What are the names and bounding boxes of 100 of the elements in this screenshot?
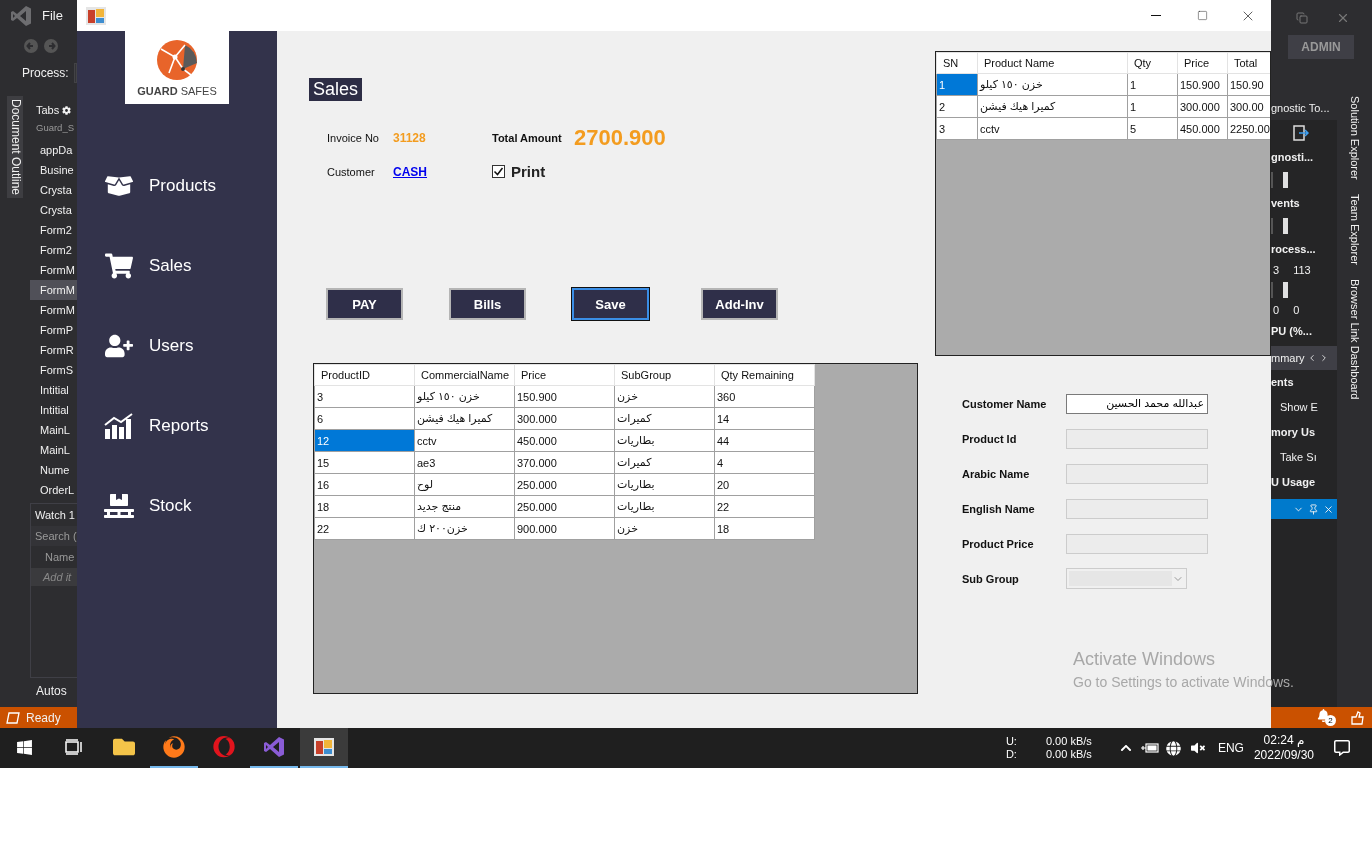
column-header[interactable]: ProductID	[314, 364, 415, 386]
nav-item[interactable]: Stock	[77, 466, 277, 546]
cart-icon	[105, 252, 133, 280]
tree-item[interactable]: FormM	[30, 280, 77, 300]
tree-item[interactable]: Nume	[30, 460, 77, 480]
column-header[interactable]: CommercialName	[414, 364, 515, 386]
table-cell[interactable]: 6	[314, 407, 415, 430]
panel-tab[interactable]: Autos	[30, 678, 77, 704]
tree-item[interactable]: FormM	[30, 300, 77, 320]
menu-item[interactable]: File	[42, 8, 63, 23]
table-cell[interactable]: كميرا هيك فيشن	[977, 95, 1128, 118]
account-button[interactable]: ADMIN	[1288, 35, 1354, 59]
column-header[interactable]: Total	[1227, 52, 1270, 74]
column-header[interactable]: Price	[514, 364, 615, 386]
table-cell[interactable]: cctv	[977, 117, 1128, 140]
opera-icon	[213, 736, 235, 758]
action-button[interactable]: Save	[572, 288, 649, 320]
panel-title[interactable]: Watch 1	[31, 504, 77, 526]
app-window-icon	[85, 5, 107, 26]
table-cell[interactable]: 3	[314, 385, 415, 408]
field-label: Customer Name	[962, 397, 1048, 410]
metric-value: 3	[1273, 264, 1280, 276]
tree-item[interactable]: Busine	[30, 160, 77, 180]
table-cell[interactable]: 2	[936, 95, 978, 118]
tree-item[interactable]: FormS	[30, 360, 77, 380]
folder-icon	[113, 736, 135, 758]
action-button[interactable]: Add-Inv	[701, 288, 778, 320]
nav-item[interactable]: Products	[77, 146, 277, 226]
customer-link[interactable]: CASH	[393, 164, 492, 179]
table-cell[interactable]: 18	[314, 495, 415, 518]
tree-item[interactable]: MainL	[30, 440, 77, 460]
panel-link[interactable]: Take Sı	[1280, 451, 1317, 463]
status-icon	[6, 711, 20, 724]
search-field[interactable]: Search (	[31, 526, 77, 546]
table-cell[interactable]: 3	[936, 117, 978, 140]
tree-item[interactable]: Crysta	[30, 200, 77, 220]
restore-icon[interactable]	[1296, 11, 1308, 24]
net-label: D:	[1005, 748, 1018, 761]
side-tab[interactable]: Team Explorer	[1348, 193, 1361, 265]
tree-item[interactable]: Crysta	[30, 180, 77, 200]
total-amount: 2700.900	[574, 125, 667, 151]
tree-item[interactable]: Form2	[30, 220, 77, 240]
column-header[interactable]: SubGroup	[614, 364, 715, 386]
column-header[interactable]: Product Name	[977, 52, 1128, 74]
section-header: U Usage	[1271, 476, 1316, 488]
table-cell[interactable]: 22	[314, 517, 415, 540]
tree-item[interactable]: FormM	[30, 260, 77, 280]
side-tab[interactable]: Document Outline	[7, 96, 23, 199]
status-text: Ready	[26, 710, 61, 725]
side-tab[interactable]: Solution Explorer	[1348, 96, 1361, 180]
tree-item[interactable]: Intitial	[30, 400, 77, 420]
side-tab[interactable]: Browser Link Dashboard	[1348, 278, 1361, 400]
table-cell[interactable]: 1	[936, 73, 978, 96]
print-checkbox[interactable]	[492, 165, 505, 178]
column-header[interactable]: Qty Remaining	[714, 364, 815, 386]
pin-icon[interactable]	[1308, 503, 1319, 515]
chevron-up-icon[interactable]	[1119, 742, 1132, 754]
action-button[interactable]: Bills	[449, 288, 526, 320]
notification-center-icon[interactable]	[1334, 740, 1350, 756]
tree-item[interactable]: OrderL	[30, 480, 77, 500]
column-header[interactable]: Price	[1177, 52, 1228, 74]
action-button[interactable]: PAY	[326, 288, 403, 320]
tree-item[interactable]: FormR	[30, 340, 77, 360]
nav-item[interactable]: Users	[77, 306, 277, 386]
table-cell[interactable]: 15	[314, 451, 415, 474]
battery-icon[interactable]	[1140, 743, 1159, 753]
globe-icon[interactable]	[1166, 740, 1182, 756]
muted-speaker-icon[interactable]	[1190, 741, 1205, 755]
input-field[interactable]: عبدالله محمد الحسين	[1066, 393, 1208, 414]
settings-icon[interactable]	[62, 105, 72, 115]
tree-item[interactable]: MainL	[30, 420, 77, 440]
nav-item[interactable]: Reports	[77, 386, 277, 466]
metric-value: 0	[1293, 304, 1300, 316]
panel-title: Tabs	[36, 104, 60, 116]
field-label: Sub Group	[962, 572, 1020, 585]
tree-item[interactable]: FormP	[30, 320, 77, 340]
column-header[interactable]: SN	[936, 52, 978, 74]
field-label: Customer	[327, 165, 376, 178]
table-cell[interactable]: خزن ١٥٠ كيلو	[977, 73, 1128, 96]
windows-icon	[15, 738, 33, 756]
tree-item[interactable]: Form2	[30, 240, 77, 260]
net-rate: 0.00 kB/s	[1045, 735, 1093, 748]
tree-item[interactable]: Intitial	[30, 380, 77, 400]
tree-item[interactable]: appDa	[30, 140, 77, 160]
panel-link[interactable]: Show E	[1280, 401, 1318, 413]
visual-studio-icon	[10, 4, 32, 27]
metric-value: 0	[1273, 304, 1280, 316]
tree-item[interactable]: Guard_S	[30, 122, 77, 140]
section-header: mory Us	[1271, 426, 1316, 438]
column-header[interactable]: Qty	[1127, 52, 1178, 74]
language-indicator[interactable]: ENG	[1217, 741, 1244, 755]
table-cell[interactable]: 12	[314, 429, 415, 452]
nav-item[interactable]: Sales	[77, 226, 277, 306]
field-label: Product Price	[962, 537, 1035, 550]
process-label: Process:	[22, 65, 69, 80]
export-icon[interactable]	[1293, 124, 1309, 141]
close-icon[interactable]	[1323, 503, 1334, 515]
taskbar-button[interactable]	[300, 728, 348, 768]
feedback-icon[interactable]	[1350, 710, 1364, 725]
table-cell[interactable]: 16	[314, 473, 415, 496]
